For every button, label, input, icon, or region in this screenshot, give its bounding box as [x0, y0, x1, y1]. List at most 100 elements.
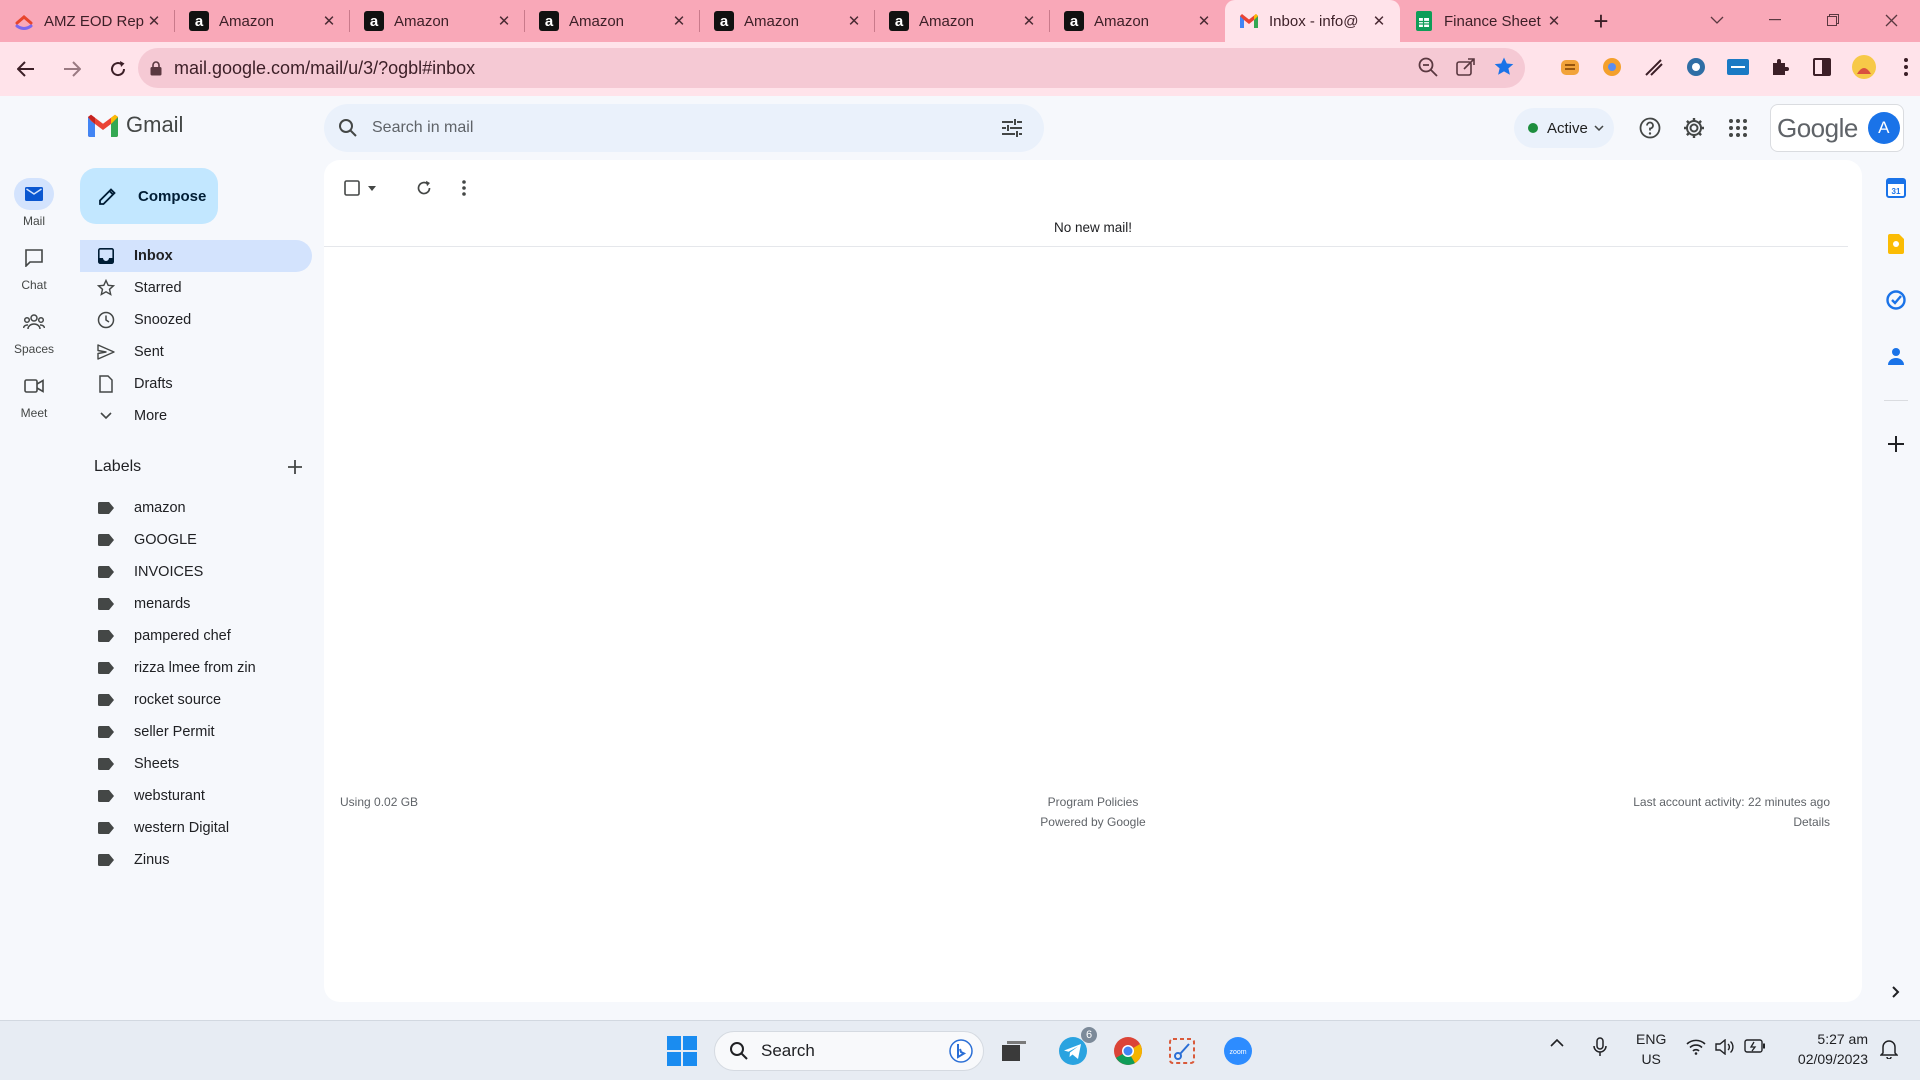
close-tab-icon[interactable]: ✕	[1370, 12, 1388, 30]
extensions-puzzle-icon[interactable]	[1765, 52, 1795, 82]
more-options-icon[interactable]	[444, 172, 484, 204]
tab-search-icon[interactable]	[1688, 0, 1746, 40]
google-account-button[interactable]: Google A	[1770, 104, 1904, 152]
close-tab-icon[interactable]: ✕	[845, 12, 863, 30]
nav-item-inbox[interactable]: Inbox	[80, 240, 312, 272]
nav-item-snoozed[interactable]: Snoozed	[80, 304, 312, 336]
refresh-icon[interactable]	[404, 172, 444, 204]
wifi-icon[interactable]	[1686, 1039, 1706, 1055]
close-tab-icon[interactable]: ✕	[1195, 12, 1213, 30]
nav-item-drafts[interactable]: Drafts	[80, 368, 312, 400]
browser-tab[interactable]: a Amazon ✕	[525, 0, 700, 42]
label-item[interactable]: Sheets	[80, 748, 312, 780]
show-hidden-icons-icon[interactable]	[1550, 1039, 1564, 1047]
new-tab-button[interactable]: +	[1583, 3, 1619, 39]
details-link[interactable]: Details	[1633, 812, 1830, 832]
taskbar-search[interactable]: Search	[714, 1031, 984, 1071]
keep-icon[interactable]	[1880, 228, 1912, 260]
program-policies-link[interactable]: Program Policies	[324, 792, 1862, 812]
telegram-icon[interactable]: 6	[1053, 1027, 1097, 1071]
search-options-icon[interactable]	[992, 108, 1032, 148]
tasks-icon[interactable]	[1880, 284, 1912, 316]
rail-mail[interactable]: Mail	[0, 178, 68, 228]
extension-pen-icon[interactable]	[1639, 52, 1669, 82]
minimize-icon[interactable]	[1746, 0, 1804, 40]
compose-button[interactable]: Compose	[80, 168, 218, 224]
chevron-right-icon[interactable]	[1880, 976, 1912, 1008]
close-tab-icon[interactable]: ✕	[670, 12, 688, 30]
calendar-icon[interactable]: 31	[1880, 172, 1912, 204]
chrome-icon[interactable]	[1108, 1031, 1148, 1071]
label-item[interactable]: rocket source	[80, 684, 312, 716]
browser-tab[interactable]: a Amazon ✕	[175, 0, 350, 42]
close-tab-icon[interactable]: ✕	[320, 12, 338, 30]
search-icon[interactable]	[338, 118, 358, 138]
side-panel-icon[interactable]	[1807, 52, 1837, 82]
label-item[interactable]: websturant	[80, 780, 312, 812]
browser-tab[interactable]: AMZ EOD Rep ✕	[0, 0, 175, 42]
bing-icon[interactable]	[949, 1039, 973, 1063]
reload-icon[interactable]	[98, 49, 138, 89]
back-icon[interactable]	[6, 49, 46, 89]
volume-icon[interactable]	[1715, 1039, 1735, 1055]
browser-tab[interactable]: a Amazon ✕	[1050, 0, 1225, 42]
browser-tab[interactable]: a Amazon ✕	[700, 0, 875, 42]
select-dropdown-icon[interactable]	[364, 172, 380, 204]
label-item[interactable]: GOOGLE	[80, 524, 312, 556]
help-icon[interactable]	[1630, 108, 1670, 148]
zoom-app-icon[interactable]: zoom	[1218, 1031, 1258, 1071]
restore-icon[interactable]	[1804, 0, 1862, 40]
snipping-tool-icon[interactable]	[1162, 1031, 1202, 1071]
rail-spaces[interactable]: Spaces	[0, 306, 68, 356]
label-item[interactable]: INVOICES	[80, 556, 312, 588]
label-item[interactable]: amazon	[80, 492, 312, 524]
gmail-logo[interactable]: Gmail	[88, 112, 183, 138]
close-window-icon[interactable]	[1862, 0, 1920, 40]
forward-icon[interactable]	[52, 49, 92, 89]
label-item[interactable]: rizza lmee from zin	[80, 652, 312, 684]
apps-grid-icon[interactable]	[1718, 108, 1758, 148]
system-clock[interactable]: 5:27 am 02/09/2023	[1782, 1029, 1868, 1069]
browser-menu-icon[interactable]	[1891, 52, 1920, 82]
nav-item-starred[interactable]: Starred	[80, 272, 312, 304]
rail-meet[interactable]: Meet	[0, 370, 68, 420]
label-item[interactable]: seller Permit	[80, 716, 312, 748]
profile-avatar-icon[interactable]	[1849, 52, 1879, 82]
browser-tab-active[interactable]: Inbox - info@ ✕	[1225, 0, 1400, 42]
label-item[interactable]: western Digital	[80, 812, 312, 844]
close-tab-icon[interactable]: ✕	[1020, 12, 1038, 30]
select-all-checkbox[interactable]	[340, 172, 364, 204]
close-tab-icon[interactable]: ✕	[145, 12, 163, 30]
add-addon-icon[interactable]	[1880, 428, 1912, 460]
search-bar[interactable]: Search in mail	[324, 104, 1044, 152]
settings-gear-icon[interactable]	[1674, 108, 1714, 148]
extension-gear-icon[interactable]	[1681, 52, 1711, 82]
rail-chat[interactable]: Chat	[0, 242, 68, 292]
extension-tiger-icon[interactable]	[1555, 52, 1585, 82]
label-item[interactable]: Zinus	[80, 844, 312, 876]
windows-start-icon[interactable]	[662, 1031, 702, 1071]
extension-fba-icon[interactable]	[1723, 52, 1753, 82]
language-indicator[interactable]: ENG US	[1636, 1029, 1666, 1069]
battery-icon[interactable]	[1744, 1039, 1766, 1053]
search-input[interactable]: Search in mail	[372, 119, 992, 137]
microphone-icon[interactable]	[1593, 1037, 1607, 1057]
browser-tab[interactable]: Finance Sheet ✕	[1400, 0, 1575, 42]
status-dropdown[interactable]: Active	[1514, 108, 1614, 148]
browser-tab[interactable]: a Amazon ✕	[875, 0, 1050, 42]
notifications-icon[interactable]	[1880, 1039, 1898, 1059]
bookmark-star-icon[interactable]	[1493, 56, 1515, 78]
share-icon[interactable]	[1455, 56, 1477, 78]
browser-tab[interactable]: a Amazon ✕	[350, 0, 525, 42]
close-tab-icon[interactable]: ✕	[1545, 12, 1563, 30]
label-item[interactable]: menards	[80, 588, 312, 620]
close-tab-icon[interactable]: ✕	[495, 12, 513, 30]
extension-keepa-icon[interactable]	[1597, 52, 1627, 82]
contacts-icon[interactable]	[1880, 340, 1912, 372]
zoom-icon[interactable]	[1417, 56, 1439, 78]
add-label-icon[interactable]	[288, 460, 302, 474]
address-bar[interactable]: mail.google.com/mail/u/3/?ogbl#inbox	[138, 48, 1525, 88]
nav-item-sent[interactable]: Sent	[80, 336, 312, 368]
task-view-icon[interactable]	[994, 1031, 1034, 1071]
label-item[interactable]: pampered chef	[80, 620, 312, 652]
